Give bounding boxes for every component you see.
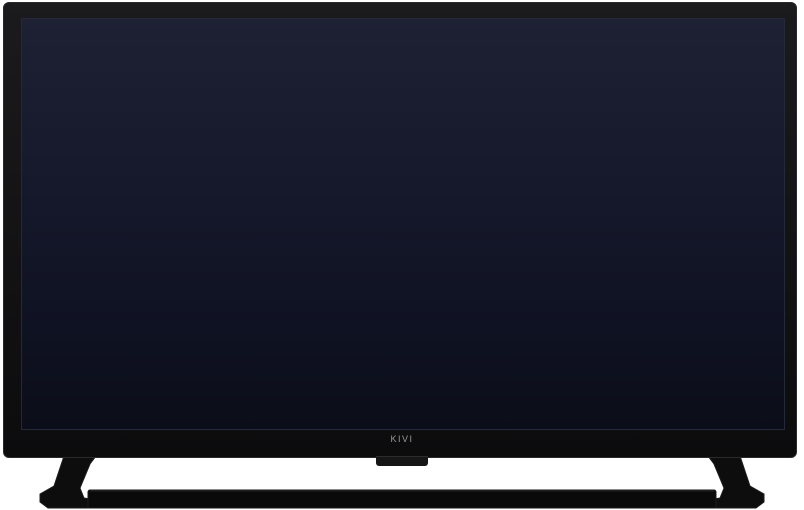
tv-product-image: KIVI — [0, 0, 804, 510]
tv-screen — [21, 18, 785, 430]
brand-logo: KIVI — [390, 434, 414, 444]
stand-crossbar — [87, 489, 717, 509]
ir-receiver-bump — [376, 456, 428, 466]
